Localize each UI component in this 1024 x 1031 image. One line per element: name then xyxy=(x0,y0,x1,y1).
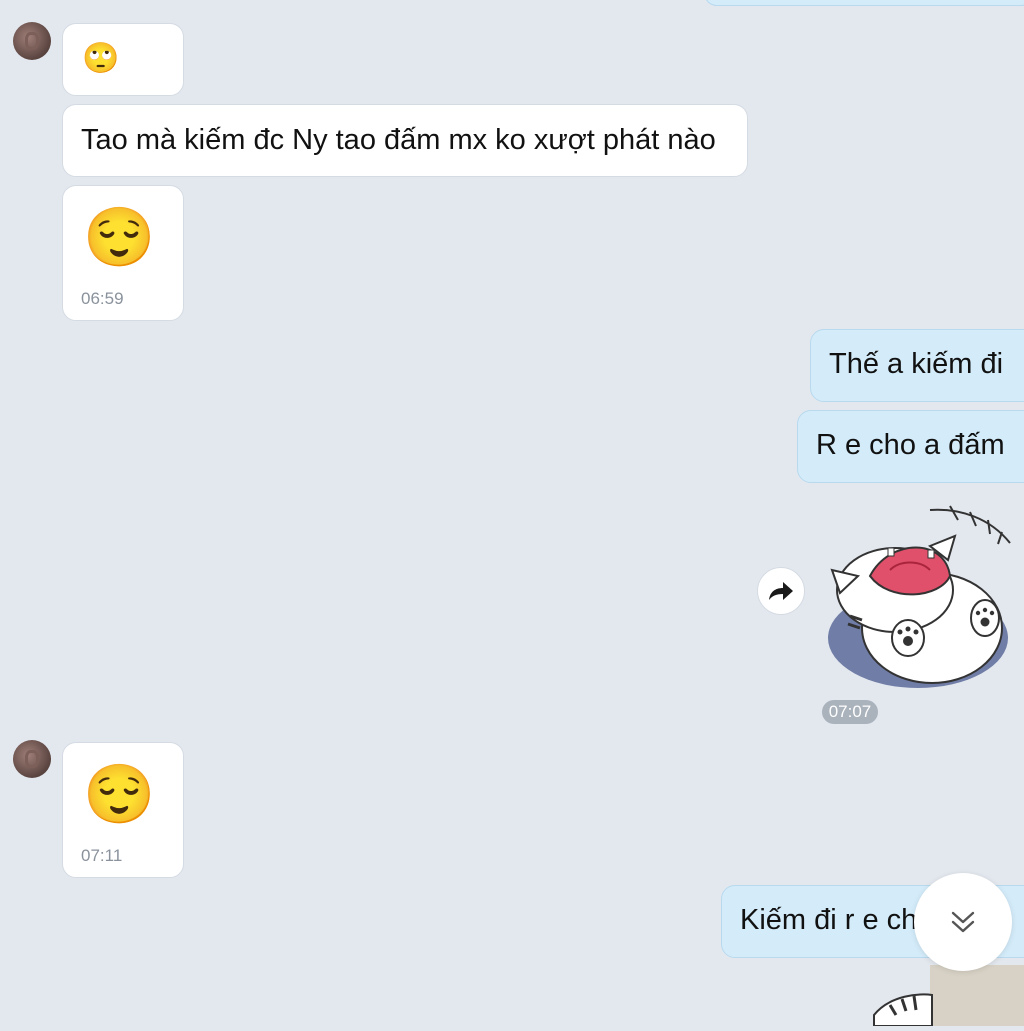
eye-roll-emoji: 🙄 xyxy=(82,42,120,75)
message-bubble-outgoing[interactable]: R e cho a đấm xyxy=(797,410,1024,483)
forward-button[interactable] xyxy=(757,567,805,615)
partial-sticker[interactable] xyxy=(870,965,1024,1027)
message-bubble-incoming[interactable]: 😌 06:59 xyxy=(62,185,184,321)
message-time: 06:59 xyxy=(81,289,124,308)
message-text: Tao mà kiếm đc Ny tao đấm mx ko xượt phá… xyxy=(81,124,716,156)
message-bubble-incoming[interactable]: 🙄 xyxy=(62,23,184,96)
sticker-time: 07:07 xyxy=(822,700,878,724)
forward-arrow-icon xyxy=(769,582,793,600)
relieved-face-emoji: 😌 xyxy=(83,762,156,827)
message-bubble-incoming[interactable]: Tao mà kiếm đc Ny tao đấm mx ko xượt phá… xyxy=(62,104,748,177)
message-bubble-outgoing[interactable]: Thế a kiếm đi xyxy=(810,329,1024,402)
message-text: R e cho a đấm xyxy=(816,429,1005,461)
message-text: Kiếm đi r e cho xyxy=(740,904,934,936)
message-bubble-incoming[interactable]: 😌 07:11 xyxy=(62,742,184,878)
sticker-image xyxy=(828,505,1011,688)
relieved-face-emoji: 😌 xyxy=(83,205,156,270)
sticker-image xyxy=(873,965,1024,1027)
scroll-to-bottom-button[interactable] xyxy=(914,873,1012,971)
message-text: Thế a kiếm đi xyxy=(829,348,1004,380)
partial-outgoing-bubble xyxy=(704,0,1024,6)
double-chevron-down-icon xyxy=(951,911,975,933)
avatar[interactable] xyxy=(13,22,51,60)
avatar[interactable] xyxy=(13,740,51,778)
message-time: 07:11 xyxy=(81,846,123,865)
cat-sticker[interactable] xyxy=(820,498,1020,693)
